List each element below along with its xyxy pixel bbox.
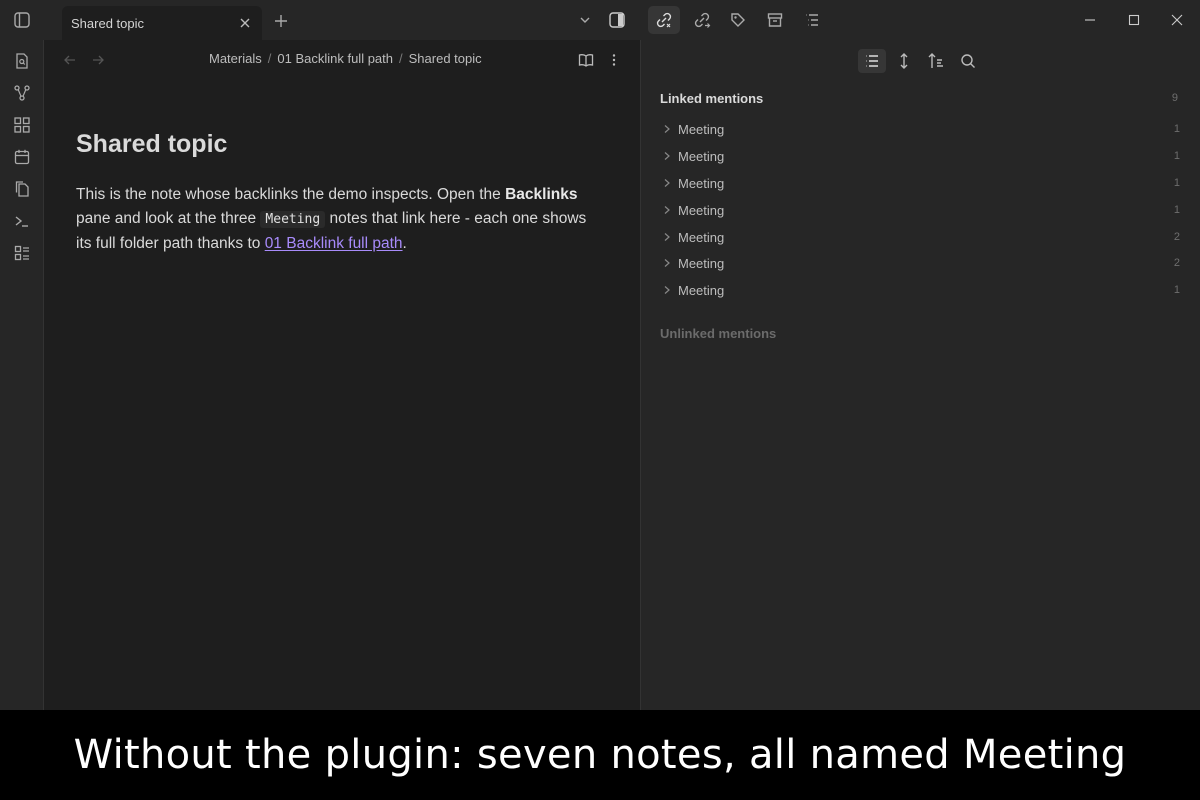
backlink-count: 2 — [1173, 231, 1180, 243]
breadcrumb-item[interactable]: Shared topic — [409, 51, 482, 66]
linked-mentions-count: 9 — [1171, 92, 1178, 104]
chevron-right-icon[interactable] — [660, 256, 674, 270]
backlink-item[interactable]: Meeting 1 — [660, 277, 1182, 303]
window-close-icon[interactable] — [1154, 0, 1200, 40]
outgoing-links-tab-icon[interactable] — [686, 6, 718, 34]
close-icon[interactable] — [236, 14, 254, 32]
breadcrumb-item[interactable]: 01 Backlink full path — [277, 51, 393, 66]
inline-code: Meeting — [260, 211, 326, 228]
backlink-title: Meeting — [678, 202, 725, 218]
reading-view-book-icon[interactable] — [575, 49, 597, 71]
sort-order-icon[interactable] — [922, 49, 950, 73]
backlink-count: 1 — [1173, 204, 1180, 216]
chevron-down-icon[interactable] — [576, 11, 594, 29]
backlink-item[interactable]: Meeting 1 — [660, 143, 1182, 169]
backlink-item[interactable]: Meeting 1 — [660, 116, 1182, 142]
chevron-right-icon[interactable] — [660, 203, 674, 217]
breadcrumb-separator: / — [399, 51, 403, 66]
calendar-icon[interactable] — [9, 144, 35, 170]
backlink-count: 1 — [1173, 150, 1180, 162]
note-text: pane and look at the three — [76, 210, 261, 227]
backlinks-pane: Linked mentions 9 Meeting 1 Meeting 1 Me… — [640, 40, 1200, 710]
graph-view-icon[interactable] — [9, 80, 35, 106]
tags-tab-icon[interactable] — [722, 6, 754, 34]
linked-mentions-header[interactable]: Linked mentions — [660, 91, 1182, 106]
caption-banner: Without the plugin: seven notes, all nam… — [0, 710, 1200, 800]
title-bar: Shared topic — [0, 0, 1200, 40]
canvas-icon[interactable] — [9, 112, 35, 138]
backlink-item[interactable]: Meeting 1 — [660, 170, 1182, 196]
unlinked-mentions-header[interactable]: Unlinked mentions — [660, 326, 776, 341]
bases-icon[interactable] — [9, 240, 35, 266]
backlink-count: 1 — [1173, 123, 1180, 135]
maximize-icon[interactable] — [1111, 0, 1157, 40]
backlink-title: Meeting — [678, 121, 725, 137]
archive-tab-icon[interactable] — [759, 6, 791, 34]
file-search-icon[interactable] — [9, 48, 35, 74]
chevron-right-icon[interactable] — [660, 122, 674, 136]
backlink-item[interactable]: Meeting 2 — [660, 224, 1182, 250]
note-body: This is the note whose backlinks the dem… — [76, 183, 606, 256]
collapse-results-list-icon[interactable] — [858, 49, 886, 73]
tab-shared-topic[interactable]: Shared topic — [62, 6, 262, 40]
backlink-title: Meeting — [678, 148, 725, 164]
forward-arrow-icon[interactable] — [88, 50, 108, 70]
templates-icon[interactable] — [9, 176, 35, 202]
breadcrumb-item[interactable]: Materials — [209, 51, 262, 66]
backlink-count: 1 — [1173, 177, 1180, 189]
breadcrumb-separator: / — [267, 51, 272, 66]
internal-link[interactable]: 01 Backlink full path — [265, 235, 403, 252]
minimize-icon[interactable] — [1067, 0, 1113, 40]
chevron-right-icon[interactable] — [660, 283, 674, 297]
note-text: This is the note whose backlinks the dem… — [76, 186, 506, 203]
left-ribbon — [0, 40, 44, 710]
editor-pane: Materials / 01 Backlink full path / Shar… — [44, 40, 640, 710]
show-more-context-icon[interactable] — [890, 49, 918, 73]
backlink-count: 1 — [1173, 284, 1180, 296]
chevron-right-icon[interactable] — [660, 176, 674, 190]
new-tab-plus-icon[interactable] — [270, 10, 292, 32]
backlink-title: Meeting — [678, 255, 725, 271]
note-title: Shared topic — [76, 130, 228, 158]
backlink-title: Meeting — [678, 175, 725, 191]
backlink-item[interactable]: Meeting 2 — [660, 250, 1182, 276]
backlink-title: Meeting — [678, 229, 725, 245]
outline-tab-icon[interactable] — [796, 6, 828, 34]
backlink-count: 2 — [1173, 257, 1180, 269]
chevron-right-icon[interactable] — [660, 230, 674, 244]
backlink-title: Meeting — [678, 282, 725, 298]
search-icon[interactable] — [954, 49, 982, 73]
sidebar-toggle-left-icon[interactable] — [0, 0, 44, 40]
note-bold-text: Backlinks — [505, 186, 578, 203]
terminal-icon[interactable] — [9, 208, 35, 234]
breadcrumb: Materials / 01 Backlink full path / Shar… — [209, 51, 482, 66]
more-options-icon[interactable] — [603, 49, 625, 71]
note-text: . — [402, 235, 407, 252]
back-arrow-icon[interactable] — [60, 50, 80, 70]
tab-title: Shared topic — [71, 15, 144, 31]
caption-text: Without the plugin: seven notes, all nam… — [73, 732, 1127, 778]
backlinks-tab-icon[interactable] — [648, 6, 680, 34]
backlink-item[interactable]: Meeting 1 — [660, 197, 1182, 223]
chevron-right-icon[interactable] — [660, 149, 674, 163]
sidebar-toggle-right-icon[interactable] — [606, 9, 628, 31]
